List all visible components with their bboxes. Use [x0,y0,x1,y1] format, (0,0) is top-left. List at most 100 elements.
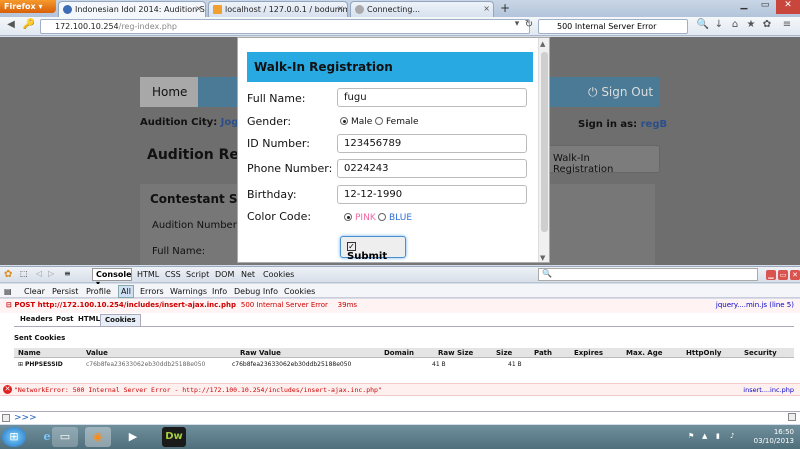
command-editor-icon[interactable] [2,414,10,422]
color-blue-radio[interactable]: BLUE [378,213,412,223]
close-tab-icon[interactable]: × [483,4,490,13]
tray-up-icon[interactable]: ▲ [702,432,707,440]
col-value[interactable]: Value [86,349,108,357]
error-source-link[interactable]: insert....inc.php [743,386,794,394]
col-size[interactable]: Size [496,349,512,357]
request-row[interactable]: ⊟ POST http://172.100.10.254/includes/in… [0,299,800,313]
firebug-search-input[interactable]: 🔍 [538,268,758,281]
col-expires[interactable]: Expires [574,349,603,357]
url-input[interactable]: 172.100.10.254/reg-index.php [40,19,530,34]
full-name-label-bg: Full Name: [152,246,206,257]
firefox-taskbar-icon[interactable]: ◉ [85,427,111,447]
maximize-button[interactable]: ▭ [755,0,775,14]
clock[interactable]: 16:50 03/10/2013 [754,428,794,446]
expand-plus-icon[interactable]: ⊞ [18,361,25,368]
media-player-icon[interactable]: ▶ [120,427,146,447]
col-raw-size[interactable]: Raw Size [438,349,473,357]
scroll-down-icon[interactable]: ▼ [540,254,545,262]
panel-menu-icon[interactable]: ≡ [64,269,71,278]
close-tab-icon[interactable]: × [337,4,344,13]
full-name-input[interactable]: fugu [337,88,527,107]
panel-tab-script[interactable]: Script [186,270,209,279]
search-go-icon[interactable]: 🔍 [696,19,710,33]
downloads-icon[interactable]: ↓ [712,19,726,33]
filter-cookies-button[interactable]: Cookies [284,287,315,296]
cookie-table-header: Name Value Raw Value Domain Raw Size Siz… [14,348,794,358]
addon-icon[interactable]: ★ [744,19,758,33]
network-error-row[interactable]: ✕ "NetworkError: 500 Internal Server Err… [0,383,800,396]
console-pin-icon[interactable]: ▤ [4,287,12,296]
identity-icon[interactable]: 🔑 [22,19,36,33]
radio-selected-icon [340,117,348,125]
search-input[interactable]: 500 Internal Server Error [538,19,688,34]
panel-tab-html[interactable]: HTML [137,270,159,279]
gender-female-radio[interactable]: Female [375,117,419,127]
tray-network-icon[interactable]: ▮ [716,432,720,440]
dreamweaver-icon[interactable]: Dw [162,427,186,447]
request-tab-headers[interactable]: Headers [16,314,57,326]
command-line-input[interactable]: >>> [0,411,800,424]
start-button[interactable]: ⊞ [2,427,26,447]
panel-tab-net[interactable]: Net [241,270,255,279]
reload-icon[interactable]: ↻ [522,19,536,33]
firebug-icon[interactable]: ✿ [760,19,774,33]
nav-forward-icon[interactable]: ▷ [48,269,54,278]
tab-localhost[interactable]: localhost / 127.0.0.1 / bodummy / au... … [208,1,348,17]
profile-button[interactable]: Profile [86,287,111,296]
error-text: "NetworkError: 500 Internal Server Error… [14,386,382,394]
close-window-button[interactable]: ✕ [776,0,800,14]
modal-scrollbar[interactable]: ▲ ▼ [538,38,549,262]
clear-button[interactable]: Clear [24,287,45,296]
sign-out-link[interactable]: ⏻ Sign Out [588,85,653,100]
expand-editor-icon[interactable] [788,413,796,421]
close-tab-icon[interactable]: × [195,4,202,13]
expand-icon[interactable]: ⊟ [6,301,12,309]
firebug-detach-icon[interactable]: ▭ [778,270,788,280]
filter-info-button[interactable]: Info [212,287,227,296]
minimize-button[interactable]: ▁ [734,0,754,14]
firebug-minimize-icon[interactable]: ▁ [766,270,776,280]
scroll-thumb[interactable] [541,52,548,232]
tab-connecting[interactable]: Connecting... × [350,1,494,17]
nav-back-icon[interactable]: ◁ [36,269,42,278]
submit-button[interactable]: ✓Submit [340,236,406,262]
color-pink-radio[interactable]: PINK [344,213,376,223]
firefox-menu-button[interactable]: Firefox ▾ [0,0,56,13]
request-source-link[interactable]: jquery....min.js (line 5) [716,301,794,309]
explorer-icon[interactable]: ▭ [52,427,78,447]
home-link[interactable]: Home [140,77,198,107]
panel-tab-cookies[interactable]: Cookies [263,270,294,279]
col-name[interactable]: Name [18,349,41,357]
menu-icon[interactable]: ≡ [780,19,794,33]
tray-flag-icon[interactable]: ⚑ [688,432,694,440]
col-path[interactable]: Path [534,349,552,357]
col-domain[interactable]: Domain [384,349,414,357]
phone-number-input[interactable]: 0224243 [337,159,527,178]
panel-tab-dom[interactable]: DOM [215,270,234,279]
col-httponly[interactable]: HttpOnly [686,349,721,357]
request-tab-cookies[interactable]: Cookies [100,314,141,326]
new-tab-button[interactable]: + [496,1,514,16]
inspect-icon[interactable]: ⬚ [20,269,28,278]
col-security[interactable]: Security [744,349,777,357]
scroll-up-icon[interactable]: ▲ [540,40,545,48]
firebug-close-icon[interactable]: ✕ [790,270,800,280]
walkin-registration-button[interactable]: Walk-In Registration [540,145,660,175]
col-raw-value[interactable]: Raw Value [240,349,281,357]
tray-volume-icon[interactable]: ♪ [730,432,734,440]
panel-tab-console[interactable]: Console ▾ [92,268,132,288]
id-number-input[interactable]: 123456789 [337,134,527,153]
filter-errors-button[interactable]: Errors [140,287,164,296]
tab-indonesian-idol[interactable]: Indonesian Idol 2014: Audition System × [58,1,206,17]
persist-button[interactable]: Persist [52,287,78,296]
firebug-bug-icon[interactable]: ✿ [4,269,12,280]
gender-male-radio[interactable]: Male [340,117,372,127]
home-icon[interactable]: ⌂ [728,19,742,33]
filter-warnings-button[interactable]: Warnings [170,287,207,296]
birthday-input[interactable]: 12-12-1990 [337,185,527,204]
panel-tab-css[interactable]: CSS [165,270,181,279]
col-max-age[interactable]: Max. Age [626,349,662,357]
filter-all-button[interactable]: All [118,285,134,298]
filter-debug-info-button[interactable]: Debug Info [234,287,278,296]
back-icon[interactable]: ◀ [4,19,18,33]
